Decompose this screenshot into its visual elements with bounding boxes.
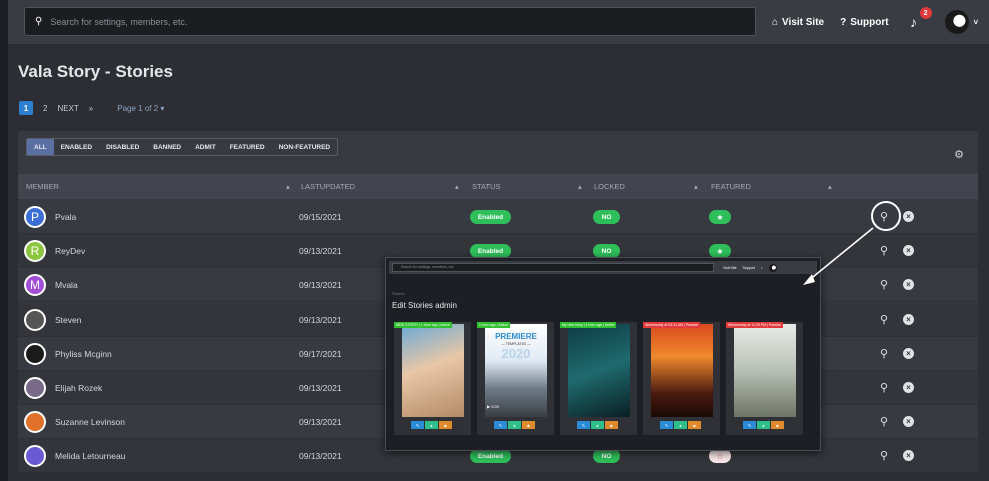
pointer-arrow: [803, 227, 874, 285]
app-window: ⚲ ⌂ Visit Site ? Support ♪ 2 ˅ Vala Stor…: [0, 0, 989, 481]
